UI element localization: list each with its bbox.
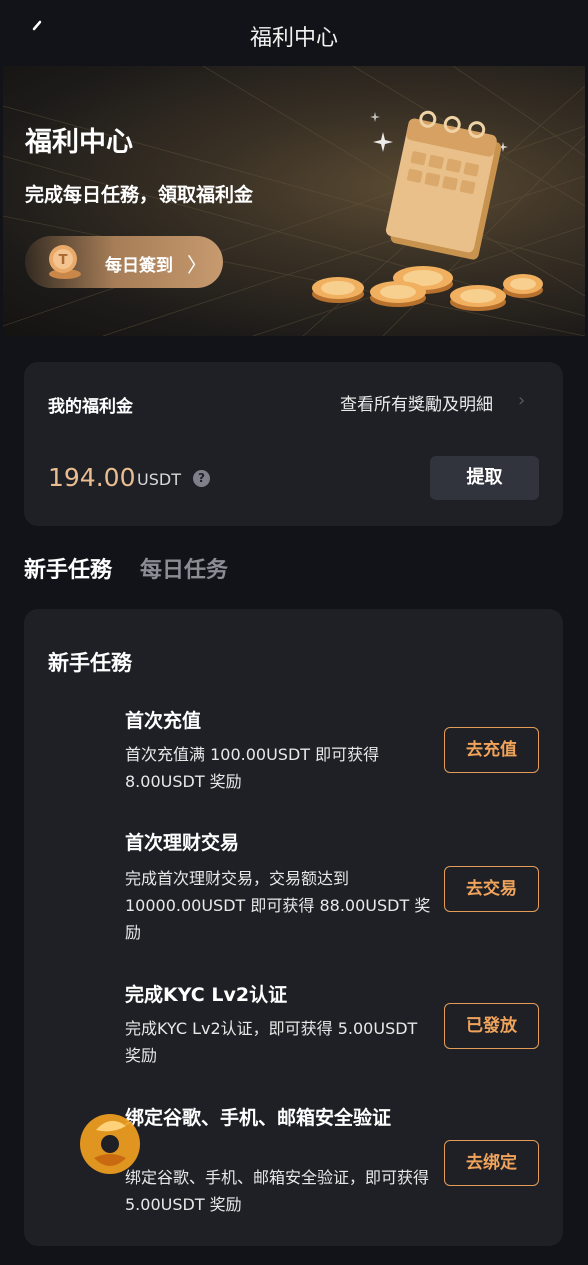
- checkin-label: 每日簽到: [105, 256, 173, 276]
- chevron-right-icon[interactable]: ›: [518, 390, 525, 411]
- reward-issued-button[interactable]: 已發放: [444, 1003, 539, 1049]
- help-icon[interactable]: ?: [193, 470, 210, 487]
- task-title: 首次理财交易: [125, 832, 240, 854]
- daily-checkin-button[interactable]: T 每日簽到 〉: [25, 236, 223, 288]
- task-description: 首次充值满 100.00USDT 即可获得 8.00USDT 奖励: [125, 745, 380, 791]
- calendar-coins-illustration: [312, 110, 543, 311]
- task-item: 首次充值 首次充值满 100.00USDT 即可获得 8.00USDT 奖励 去…: [24, 707, 563, 807]
- tab-newbie-tasks[interactable]: 新手任務: [24, 552, 112, 584]
- watermark-logo: [80, 1114, 140, 1174]
- bind-button[interactable]: 去绑定: [444, 1140, 539, 1186]
- view-all-rewards-link[interactable]: 查看所有獎勵及明細: [340, 390, 493, 415]
- trade-button[interactable]: 去交易: [444, 866, 539, 912]
- task-description: 完成首次理财交易，交易额达到 10000.00USDT 即可获得 88.00US…: [125, 869, 431, 942]
- task-item: 首次理财交易 完成首次理财交易，交易额达到 10000.00USDT 即可获得 …: [24, 829, 563, 959]
- top-bar: 福利中心: [0, 0, 588, 66]
- tab-daily-tasks[interactable]: 每日任务: [140, 552, 228, 584]
- welfare-banner: 福利中心 完成每日任務，領取福利金 T 每日簽到 〉: [3, 66, 585, 336]
- balance-amount: 194.00: [48, 463, 136, 492]
- coin-icon: T: [49, 245, 81, 279]
- tasks-section-title: 新手任務: [48, 651, 132, 675]
- banner-title: 福利中心: [25, 127, 133, 158]
- balance-unit: USDT: [137, 470, 181, 489]
- task-description: 完成KYC Lv2认证，即可获得 5.00USDT 奖励: [125, 1019, 418, 1065]
- task-item: 完成KYC Lv2认证 完成KYC Lv2认证，即可获得 5.00USDT 奖励…: [24, 981, 563, 1081]
- task-title: 首次充值: [125, 710, 202, 732]
- svg-text:T: T: [59, 253, 68, 268]
- welfare-wallet-card: 我的福利金 查看所有獎勵及明細 › 194.00 USDT ? 提取: [24, 362, 563, 526]
- banner-subtitle: 完成每日任務，領取福利金: [25, 184, 254, 206]
- wallet-label: 我的福利金: [48, 397, 133, 417]
- task-title: 完成KYC Lv2认证: [125, 984, 288, 1006]
- deposit-button[interactable]: 去充值: [444, 727, 539, 773]
- page-title: 福利中心: [249, 26, 338, 51]
- chevron-right-icon: 〉: [187, 253, 207, 277]
- withdraw-button[interactable]: 提取: [430, 456, 539, 500]
